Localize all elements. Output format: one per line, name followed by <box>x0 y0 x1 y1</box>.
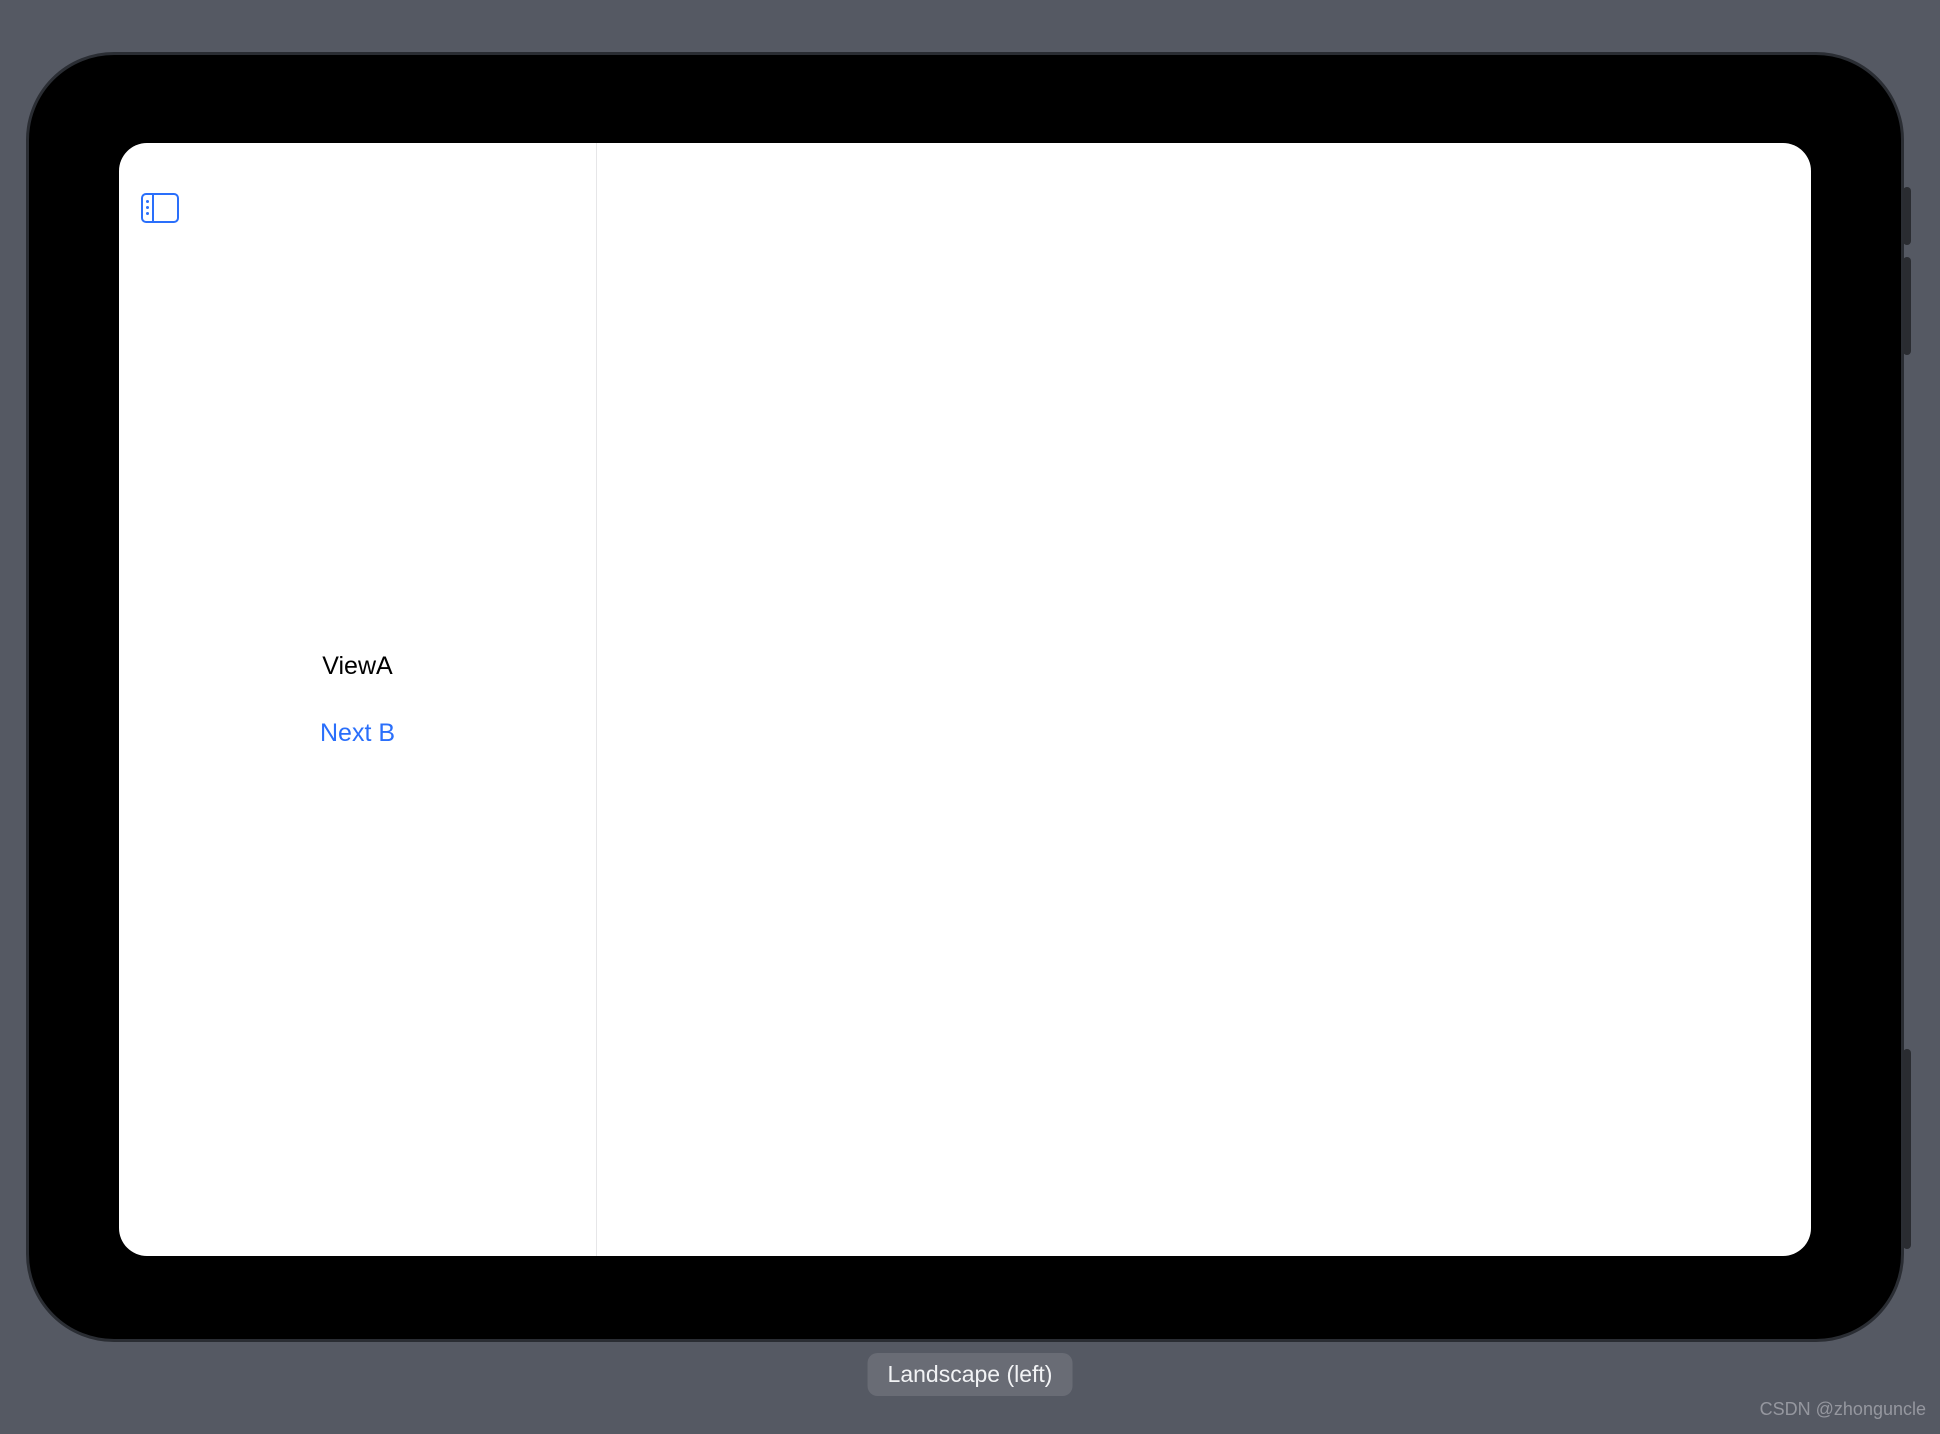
device-volume-button <box>1903 257 1911 355</box>
view-title: ViewA <box>119 652 596 681</box>
device-side-button <box>1903 1049 1911 1249</box>
orientation-label: Landscape (left) <box>868 1353 1073 1396</box>
sidebar-pane: ViewA Next B <box>119 143 597 1256</box>
watermark-text: CSDN @zhonguncle <box>1760 1399 1926 1420</box>
device-screen: ViewA Next B <box>119 143 1811 1256</box>
ipad-device-frame: ViewA Next B <box>26 52 1904 1342</box>
device-power-button <box>1903 187 1911 245</box>
next-link[interactable]: Next B <box>119 719 596 748</box>
sidebar-toggle-button[interactable] <box>139 187 181 229</box>
sidebar-content: ViewA Next B <box>119 652 596 748</box>
sidebar-left-icon <box>141 193 179 223</box>
detail-pane <box>597 143 1811 1256</box>
